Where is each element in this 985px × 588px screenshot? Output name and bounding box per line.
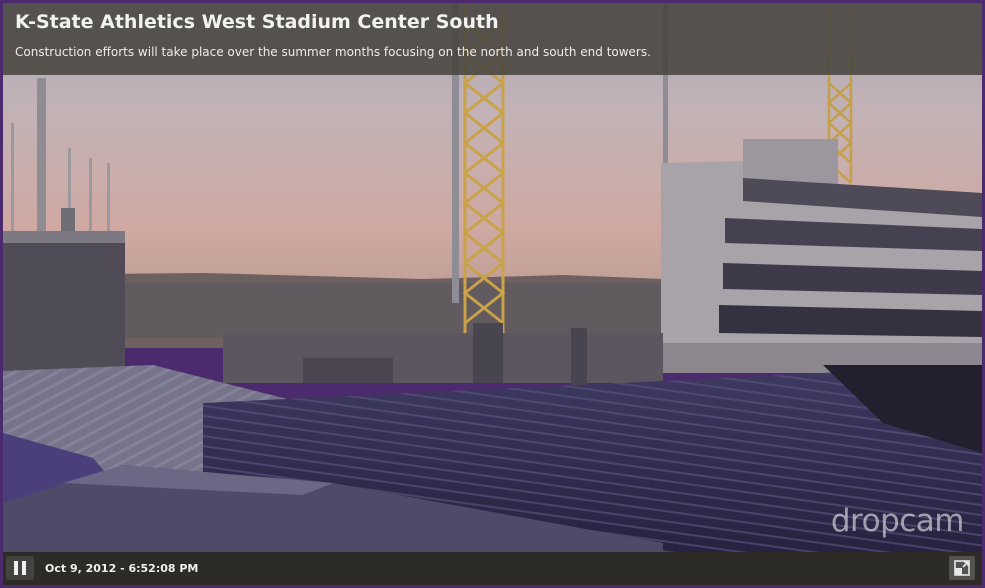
dropcam-watermark: dropcam (830, 503, 965, 539)
stadium-scene-image (3, 3, 982, 552)
pause-icon-bar (22, 561, 26, 575)
camera-info-overlay: K-State Athletics West Stadium Center So… (3, 3, 982, 75)
video-player: K-State Athletics West Stadium Center So… (0, 0, 985, 588)
camera-title: K-State Athletics West Stadium Center So… (15, 11, 499, 33)
camera-description: Construction efforts will take place ove… (15, 45, 651, 59)
fullscreen-icon (954, 560, 970, 576)
video-timestamp: Oct 9, 2012 - 6:52:08 PM (45, 562, 199, 575)
player-control-bar: Oct 9, 2012 - 6:52:08 PM (3, 552, 982, 585)
fullscreen-button[interactable] (949, 556, 975, 580)
camera-feed[interactable] (3, 3, 982, 585)
pause-icon (14, 561, 18, 575)
pause-button[interactable] (6, 556, 34, 580)
